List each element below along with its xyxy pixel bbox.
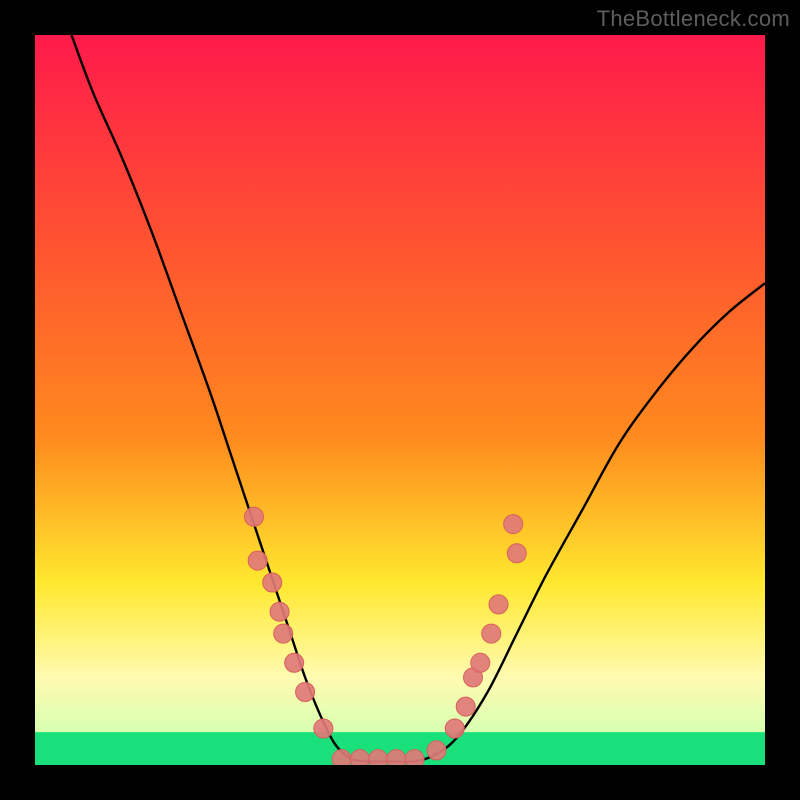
chart-frame: TheBottleneck.com xyxy=(0,0,800,800)
chart-svg xyxy=(35,35,765,765)
data-marker xyxy=(270,602,289,621)
data-marker xyxy=(405,750,424,765)
data-marker xyxy=(245,507,264,526)
gradient-background xyxy=(35,35,765,765)
data-marker xyxy=(489,595,508,614)
data-marker xyxy=(332,750,351,765)
data-marker xyxy=(504,515,523,534)
watermark-text: TheBottleneck.com xyxy=(597,6,790,32)
data-marker xyxy=(427,741,446,760)
data-marker xyxy=(350,750,369,765)
data-marker xyxy=(387,750,406,765)
data-marker xyxy=(274,624,293,643)
data-marker xyxy=(482,624,501,643)
data-marker xyxy=(285,653,304,672)
data-marker xyxy=(471,653,490,672)
data-marker xyxy=(456,697,475,716)
data-marker xyxy=(369,750,388,765)
data-marker xyxy=(314,719,333,738)
data-marker xyxy=(248,551,267,570)
data-marker xyxy=(445,719,464,738)
data-marker xyxy=(263,573,282,592)
plot-area xyxy=(35,35,765,765)
data-marker xyxy=(507,544,526,563)
data-marker xyxy=(296,683,315,702)
